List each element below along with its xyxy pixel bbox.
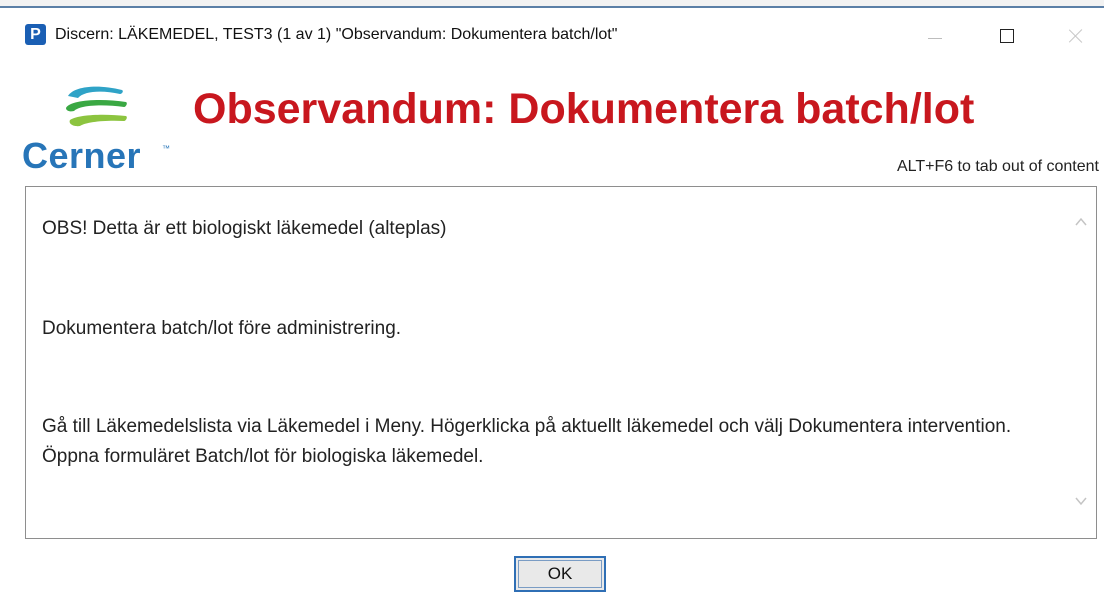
maximize-button[interactable]: [984, 18, 1030, 54]
chevron-up-icon[interactable]: [1074, 215, 1088, 229]
cerner-logo-text: Cerner: [22, 135, 142, 176]
chevron-down-icon[interactable]: [1074, 494, 1088, 508]
ok-button[interactable]: OK: [514, 556, 606, 592]
title-bar[interactable]: P Discern: LÄKEMEDEL, TEST3 (1 av 1) "Ob…: [0, 8, 1104, 54]
vertical-scrollbar[interactable]: [1066, 187, 1096, 538]
close-icon: [1068, 28, 1084, 44]
page-title: Observandum: Dokumentera batch/lot: [193, 85, 975, 133]
cerner-logo-mark: [66, 86, 127, 127]
message-paragraph: Dokumentera batch/lot före administrerin…: [42, 318, 402, 339]
close-button[interactable]: [1053, 18, 1099, 54]
message-text-area: OBS! Detta är ett biologiskt läkemedel (…: [26, 187, 1060, 538]
trademark-mark: ™: [162, 144, 170, 153]
message-content-box[interactable]: OBS! Detta är ett biologiskt läkemedel (…: [25, 186, 1097, 539]
cerner-logo: Cerner ™: [22, 80, 172, 176]
app-icon: P: [25, 24, 46, 45]
message-paragraph: OBS! Detta är ett biologiskt läkemedel (…: [42, 218, 447, 239]
ok-button-label: OK: [547, 564, 573, 583]
minimize-icon: [928, 37, 942, 39]
maximize-icon: [1000, 29, 1014, 43]
keyboard-hint: ALT+F6 to tab out of content: [896, 158, 1099, 175]
background-window-edge: [0, 0, 1104, 8]
window-title: Discern: LÄKEMEDEL, TEST3 (1 av 1) "Obse…: [55, 26, 618, 43]
minimize-button[interactable]: [912, 18, 958, 54]
message-paragraph: Gå till Läkemedelslista via Läkemedel i …: [42, 416, 1012, 467]
